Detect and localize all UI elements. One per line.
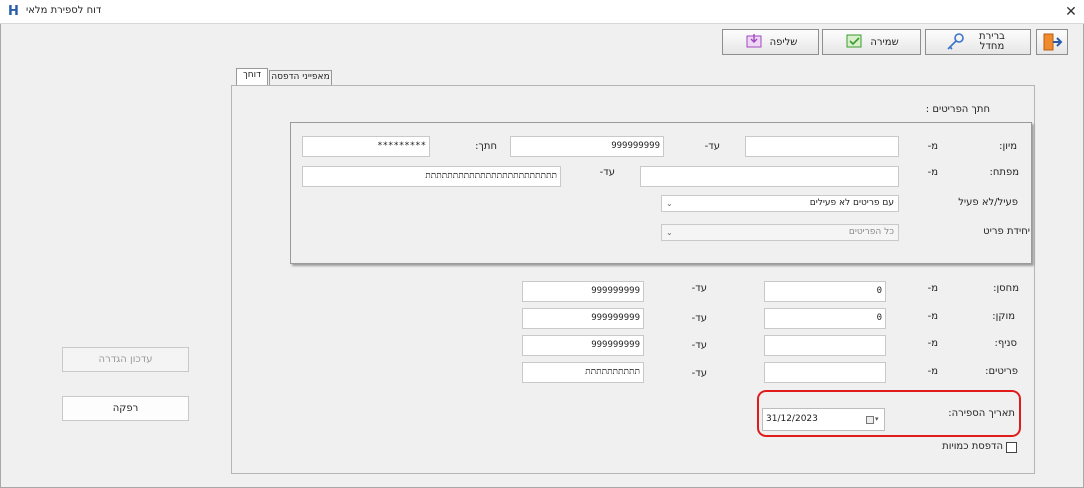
warehouse-from-label: מ- — [927, 283, 938, 294]
save-button[interactable]: שמירה — [822, 29, 921, 55]
items-from-input[interactable] — [764, 362, 886, 383]
item-unit-label: יחידת פריט — [983, 226, 1030, 237]
chevron-down-icon: ⌄ — [666, 228, 673, 237]
key-from-label: מ- — [927, 167, 938, 178]
branch-to-input[interactable]: 999999999 — [522, 335, 644, 356]
sort-label: מיון: — [999, 141, 1017, 152]
exit-button[interactable] — [1036, 29, 1068, 55]
save-label: שמירה — [870, 36, 899, 48]
items-to-label: עד- — [691, 368, 707, 379]
marker-from-input[interactable]: 0 — [764, 308, 886, 329]
tab-report[interactable]: דוחך — [236, 68, 268, 85]
exit-door-icon — [1043, 33, 1063, 51]
warehouse-to-input[interactable]: 999999999 — [522, 281, 644, 302]
report-button[interactable]: רפקה — [62, 396, 189, 421]
cut-label: חתך: — [475, 141, 497, 152]
active-status-select[interactable]: עם פריטים לא פעילים ⌄ — [661, 195, 899, 212]
warehouse-to-label: עד- — [691, 283, 707, 294]
sort-from-input[interactable] — [745, 136, 899, 157]
key-icon — [947, 33, 964, 50]
marker-to-input[interactable]: 999999999 — [522, 308, 644, 329]
update-definition-button[interactable]: עדכון הגדרה — [62, 347, 189, 372]
window-title: דוח לספירת מלאי — [26, 5, 102, 16]
group-title: חתך הפריטים : — [925, 104, 990, 115]
default-settings-button[interactable]: ברירת מחדל — [925, 29, 1031, 55]
close-icon[interactable]: ✕ — [1061, 2, 1081, 22]
save-doc-icon — [846, 34, 862, 48]
title-bar — [0, 0, 1084, 24]
branch-from-input[interactable] — [764, 335, 886, 356]
item-unit-value: כל הפריטים — [848, 227, 894, 237]
branch-to-label: עד- — [691, 340, 707, 351]
key-to-label: עד- — [599, 167, 615, 178]
app-icon: H — [8, 4, 19, 19]
cut-input[interactable]: ********* — [302, 136, 430, 157]
active-status-value: עם פריטים לא פעילים — [809, 198, 894, 208]
branch-label: סניף: — [994, 338, 1018, 349]
sort-to-label: עד- — [704, 141, 720, 152]
marker-label: מוקן: — [992, 311, 1015, 322]
sort-from-label: מ- — [927, 141, 938, 152]
active-status-label: פעיל/לא פעיל — [958, 197, 1018, 208]
count-date-label: תאריך הספירה: — [948, 408, 1015, 419]
default-settings-label: ברירת מחדל — [979, 31, 1005, 52]
calendar-dropdown-icon[interactable]: ▾ — [866, 415, 880, 424]
warehouse-from-input[interactable]: 0 — [764, 281, 886, 302]
count-date-picker[interactable]: 31/12/2023 ▾ — [762, 408, 885, 431]
key-to-input[interactable]: תתתתתתתתתתתתתתתתתתתתתתתת — [302, 166, 561, 187]
warehouse-label: מחסן: — [993, 283, 1019, 294]
branch-from-label: מ- — [927, 338, 938, 349]
marker-to-label: עד- — [691, 313, 707, 324]
items-from-label: מ- — [927, 366, 938, 377]
key-from-input[interactable] — [640, 166, 899, 187]
item-unit-select[interactable]: כל הפריטים ⌄ — [661, 224, 899, 241]
print-quantities-label: הדפסת כמויות — [942, 441, 1003, 452]
chevron-down-icon: ⌄ — [666, 199, 673, 208]
print-quantities-checkbox[interactable] — [1006, 442, 1017, 453]
marker-from-label: מ- — [927, 311, 938, 322]
key-label: מפתח: — [989, 167, 1019, 178]
retrieve-label: שליפה — [769, 36, 798, 48]
count-date-value: 31/12/2023 — [766, 414, 818, 424]
items-to-input[interactable]: תתתתתתתתתת — [522, 362, 644, 383]
sort-to-input[interactable]: 999999999 — [510, 136, 664, 157]
tab-print-properties[interactable]: מאפייני הדפסה — [269, 70, 332, 85]
retrieve-doc-icon — [746, 34, 762, 48]
items-label: פריטים: — [985, 366, 1018, 377]
retrieve-button[interactable]: שליפה — [722, 29, 819, 55]
